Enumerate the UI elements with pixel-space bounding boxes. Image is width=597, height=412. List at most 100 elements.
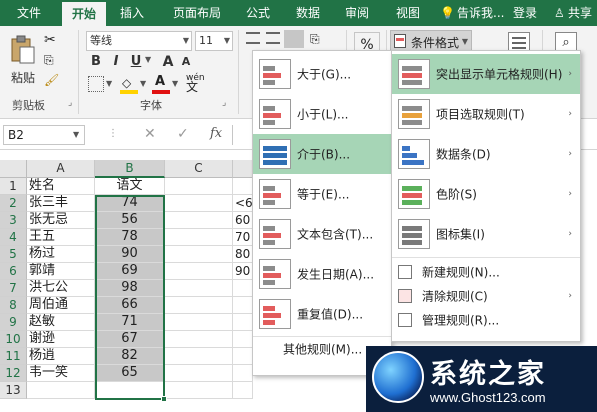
font-color-icon[interactable]: A <box>152 74 170 94</box>
row-header[interactable]: 11 <box>0 348 27 365</box>
cell-d[interactable]: <6 <box>233 195 253 212</box>
cell-b[interactable]: 98 <box>95 280 165 297</box>
font-launcher-icon[interactable]: ⌟ <box>222 98 226 108</box>
cell-d[interactable] <box>233 297 253 314</box>
row-header[interactable]: 4 <box>0 229 27 246</box>
cond-format-item[interactable]: 数据条(D) › <box>392 134 580 174</box>
highlight-rule-item[interactable]: 介于(B)... <box>253 134 391 174</box>
font-size-combo[interactable]: 11 ▼ <box>195 31 233 51</box>
cell-b[interactable]: 语文 <box>95 178 165 195</box>
cell-d[interactable]: 80 <box>233 246 253 263</box>
row-header[interactable]: 13 <box>0 382 27 399</box>
cell-d[interactable] <box>233 280 253 297</box>
cond-format-item[interactable]: 突出显示单元格规则(H) › <box>392 54 580 94</box>
tab-insert[interactable]: 插入 <box>117 0 147 26</box>
cell-c[interactable] <box>165 195 233 212</box>
cell-a[interactable]: 谢逊 <box>27 331 95 348</box>
cell-a[interactable]: 王五 <box>27 229 95 246</box>
row-header[interactable]: 5 <box>0 246 27 263</box>
cell-c[interactable] <box>165 229 233 246</box>
borders-icon[interactable] <box>88 76 104 92</box>
cond-format-action[interactable]: 清除规则(C) › <box>392 284 580 308</box>
wrap-text-icon[interactable]: ⎘ <box>310 32 320 47</box>
cell-d[interactable] <box>233 331 253 348</box>
cancel-icon[interactable]: ✕ <box>144 126 156 142</box>
chevron-down-icon[interactable]: ▼ <box>106 79 112 88</box>
cell-a[interactable]: 韦一笑 <box>27 365 95 382</box>
tab-view[interactable]: 视图 <box>393 0 423 26</box>
font-grow-button[interactable]: A <box>160 54 176 70</box>
cell-d[interactable] <box>233 178 253 195</box>
function-icon[interactable]: fx <box>210 126 222 141</box>
cell-a[interactable]: 周伯通 <box>27 297 95 314</box>
cell-d[interactable]: 60 <box>233 212 253 229</box>
bold-button[interactable]: B <box>88 54 104 70</box>
cell-c[interactable] <box>165 331 233 348</box>
tab-file[interactable]: 文件 <box>14 0 44 26</box>
tab-page-layout[interactable]: 页面布局 <box>168 0 226 26</box>
cell-c[interactable] <box>165 178 233 195</box>
cell-c[interactable] <box>165 297 233 314</box>
cell-d[interactable] <box>233 365 253 382</box>
cond-format-item[interactable]: 图标集(I) › <box>392 214 580 254</box>
cell-b[interactable]: 67 <box>95 331 165 348</box>
highlight-rule-item[interactable]: 等于(E)... <box>253 174 391 214</box>
row-header[interactable]: 1 <box>0 178 27 195</box>
underline-button[interactable]: U <box>128 54 144 70</box>
cell-a[interactable]: 姓名 <box>27 178 95 195</box>
highlight-rule-item[interactable]: 大于(G)... <box>253 54 391 94</box>
cut-icon[interactable]: ✂ <box>44 32 56 48</box>
cell-c[interactable] <box>165 365 233 382</box>
fill-color-icon[interactable]: ◇ <box>120 76 138 94</box>
tab-review[interactable]: 审阅 <box>342 0 372 26</box>
cell-d[interactable]: 70 <box>233 229 253 246</box>
tab-formulas[interactable]: 公式 <box>243 0 273 26</box>
cell-c[interactable] <box>165 348 233 365</box>
row-header[interactable]: 8 <box>0 297 27 314</box>
cell-c[interactable] <box>165 280 233 297</box>
cell-b[interactable]: 82 <box>95 348 165 365</box>
row-header[interactable]: 7 <box>0 280 27 297</box>
font-name-combo[interactable]: 等线 ▼ <box>86 31 192 51</box>
cell-c[interactable] <box>165 263 233 280</box>
cell-d[interactable] <box>233 348 253 365</box>
tell-me-box[interactable]: 告诉我... <box>457 0 504 26</box>
column-header-a[interactable]: A <box>27 160 95 178</box>
phonetic-button[interactable]: wén 文 <box>186 74 205 94</box>
formula-input[interactable] <box>232 125 252 145</box>
cond-format-action[interactable]: 新建规则(N)... <box>392 260 580 284</box>
cell-c[interactable] <box>165 246 233 263</box>
paste-button[interactable]: 粘贴 <box>6 32 38 88</box>
select-all-corner[interactable] <box>0 160 27 178</box>
cond-format-item[interactable]: 项目选取规则(T) › <box>392 94 580 134</box>
tab-data[interactable]: 数据 <box>293 0 323 26</box>
cell-a[interactable]: 郭靖 <box>27 263 95 280</box>
cell-c[interactable] <box>165 212 233 229</box>
row-header[interactable]: 2 <box>0 195 27 212</box>
conditional-format-button[interactable]: 条件格式 ▼ <box>390 30 472 52</box>
confirm-icon[interactable]: ✓ <box>177 126 189 142</box>
login-link[interactable]: 登录 <box>513 0 537 26</box>
column-header-c[interactable]: C <box>165 160 233 178</box>
chevron-down-icon[interactable]: ▼ <box>73 130 79 139</box>
cell-a[interactable]: 张无忌 <box>27 212 95 229</box>
cell-d[interactable] <box>233 382 253 399</box>
tab-home[interactable]: 开始 <box>62 2 106 26</box>
highlight-rule-item[interactable]: 小于(L)... <box>253 94 391 134</box>
cell-c[interactable] <box>165 382 233 399</box>
column-header-d[interactable] <box>233 160 253 178</box>
cell-a[interactable]: 杨过 <box>27 246 95 263</box>
cell-b[interactable]: 56 <box>95 212 165 229</box>
share-button[interactable]: 共享 <box>568 0 592 26</box>
fill-handle[interactable] <box>161 396 167 402</box>
cell-b[interactable] <box>95 382 165 399</box>
cell-d[interactable]: 90 <box>233 263 253 280</box>
column-header-b[interactable]: B <box>95 160 165 178</box>
cell-b[interactable]: 66 <box>95 297 165 314</box>
clipboard-launcher-icon[interactable]: ⌟ <box>68 98 72 108</box>
chevron-down-icon[interactable]: ▼ <box>145 55 151 64</box>
cell-b[interactable]: 90 <box>95 246 165 263</box>
cell-b[interactable]: 69 <box>95 263 165 280</box>
cell-b[interactable]: 65 <box>95 365 165 382</box>
format-painter-icon[interactable]: 🖌 <box>44 73 59 87</box>
